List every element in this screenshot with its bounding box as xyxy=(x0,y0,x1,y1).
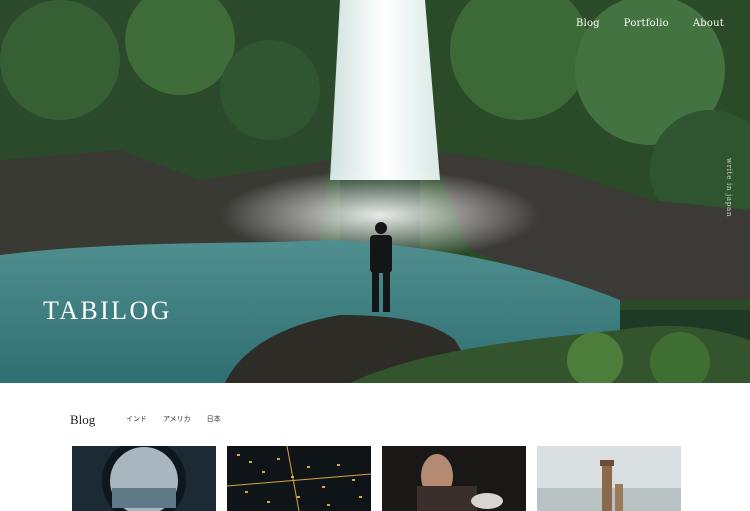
blog-card[interactable] xyxy=(227,446,371,511)
card-thumbnail-lighthouse xyxy=(537,446,681,511)
filter-tab-america[interactable]: アメリカ xyxy=(163,414,191,424)
nav-link-blog[interactable]: Blog xyxy=(576,18,600,29)
blog-card[interactable] xyxy=(72,446,216,511)
nav-link-portfolio[interactable]: Portfolio xyxy=(624,18,669,29)
main-nav: Blog Portfolio About xyxy=(576,18,724,29)
filter-tab-japan[interactable]: 日本 xyxy=(207,414,221,424)
hero-image: Blog Portfolio About write in japan TABI… xyxy=(0,0,750,383)
blog-card[interactable] xyxy=(382,446,526,511)
filter-tab-india[interactable]: インド xyxy=(126,414,147,424)
nav-link-about[interactable]: About xyxy=(693,18,724,29)
blog-card-list xyxy=(72,446,681,511)
blog-filter-tabs: インド アメリカ 日本 xyxy=(126,414,221,424)
card-thumbnail-city-night xyxy=(227,446,371,511)
card-thumbnail-porthole xyxy=(72,446,216,511)
card-thumbnail-person-tea xyxy=(382,446,526,511)
vertical-caption: write in japan xyxy=(725,158,733,218)
blog-section-title: Blog xyxy=(70,412,96,427)
site-logo[interactable]: TABILOG xyxy=(43,296,172,326)
blog-card[interactable] xyxy=(537,446,681,511)
blog-section: Blog インド アメリカ 日本 xyxy=(0,383,750,511)
